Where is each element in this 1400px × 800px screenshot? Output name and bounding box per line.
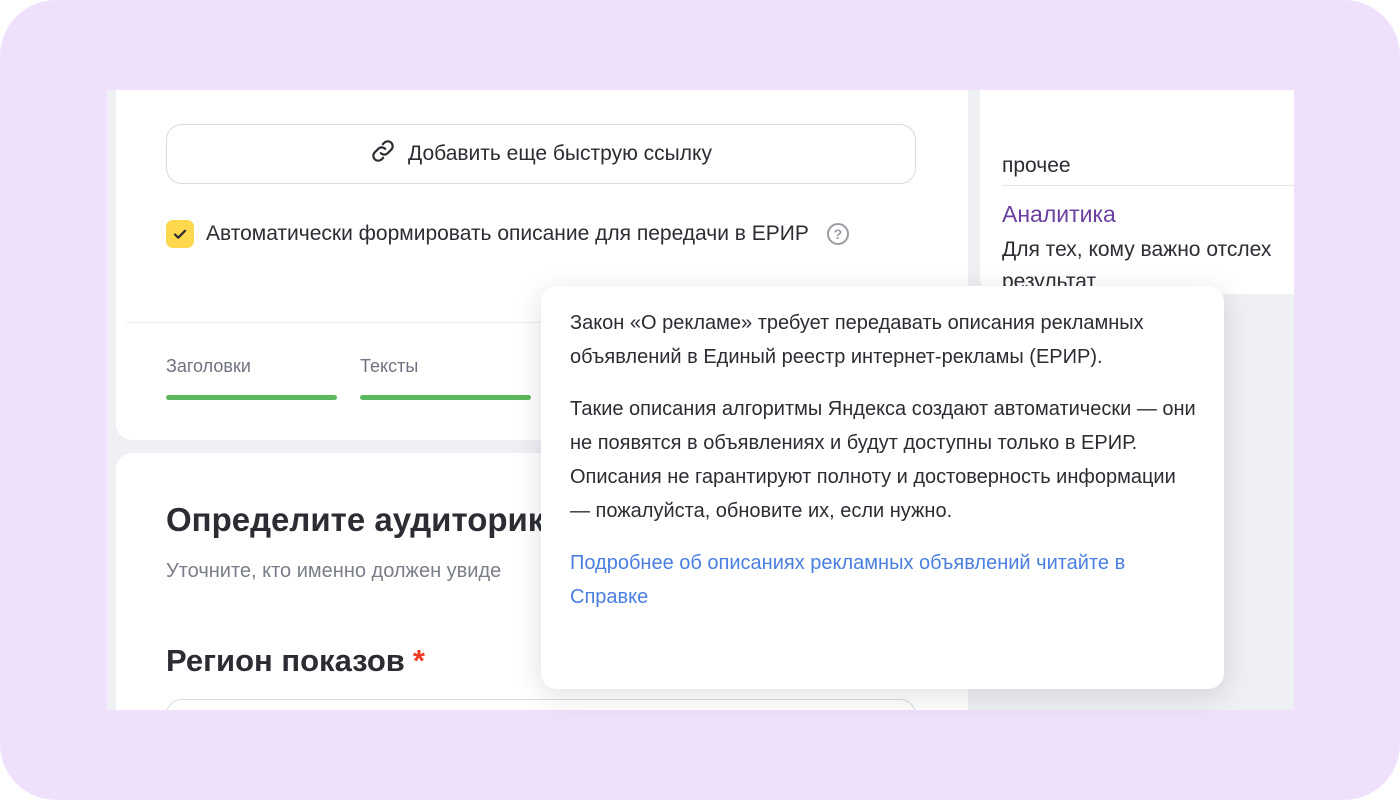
link-icon: [370, 138, 396, 170]
metric-texts-label: Тексты: [360, 356, 419, 376]
question-circle-icon[interactable]: ?: [826, 223, 849, 245]
tooltip-paragraph-law: Закон «О рекламе» требует передавать опи…: [570, 312, 1144, 368]
screenshot-frame: Добавить еще быструю ссылку Автоматическ…: [0, 0, 1400, 800]
side-panel-analytics-heading[interactable]: Аналитика: [1002, 201, 1116, 228]
erir-help-tooltip: Закон «О рекламе» требует передавать опи…: [541, 286, 1224, 689]
side-panel-card: прочее Аналитика Для тех, кому важно отс…: [980, 90, 1294, 294]
audience-title: Определите аудиторик: [166, 501, 545, 538]
region-title-text: Регион показов: [166, 643, 405, 678]
add-quick-link-label: Добавить еще быструю ссылку: [408, 142, 712, 165]
required-mark: *: [412, 643, 425, 678]
side-panel-divider: [1002, 185, 1294, 186]
tooltip-help-link[interactable]: Подробнее об описаниях рекламных объявле…: [570, 546, 1196, 614]
tooltip-paragraph-auto: Такие описания алгоритмы Яндекса создают…: [570, 398, 1196, 522]
erir-checkbox-row: Автоматически формировать описание для п…: [166, 219, 849, 249]
erir-checkbox[interactable]: [166, 220, 194, 248]
checkmark-icon: [173, 229, 187, 239]
region-input[interactable]: [166, 699, 916, 710]
metric-texts-progress: [360, 395, 531, 400]
erir-checkbox-label[interactable]: Автоматически формировать описание для п…: [206, 222, 809, 246]
metric-headlines-progress: [166, 395, 337, 400]
audience-subtitle: Уточните, кто именно должен увиде: [166, 560, 502, 582]
add-quick-link-button[interactable]: Добавить еще быструю ссылку: [166, 124, 916, 184]
metric-headlines-label: Заголовки: [166, 356, 251, 376]
region-title: Регион показов *: [166, 643, 425, 679]
side-panel-prev-text: прочее: [1002, 154, 1071, 177]
side-panel-description-line1: Для тех, кому важно отслех: [1002, 238, 1272, 261]
